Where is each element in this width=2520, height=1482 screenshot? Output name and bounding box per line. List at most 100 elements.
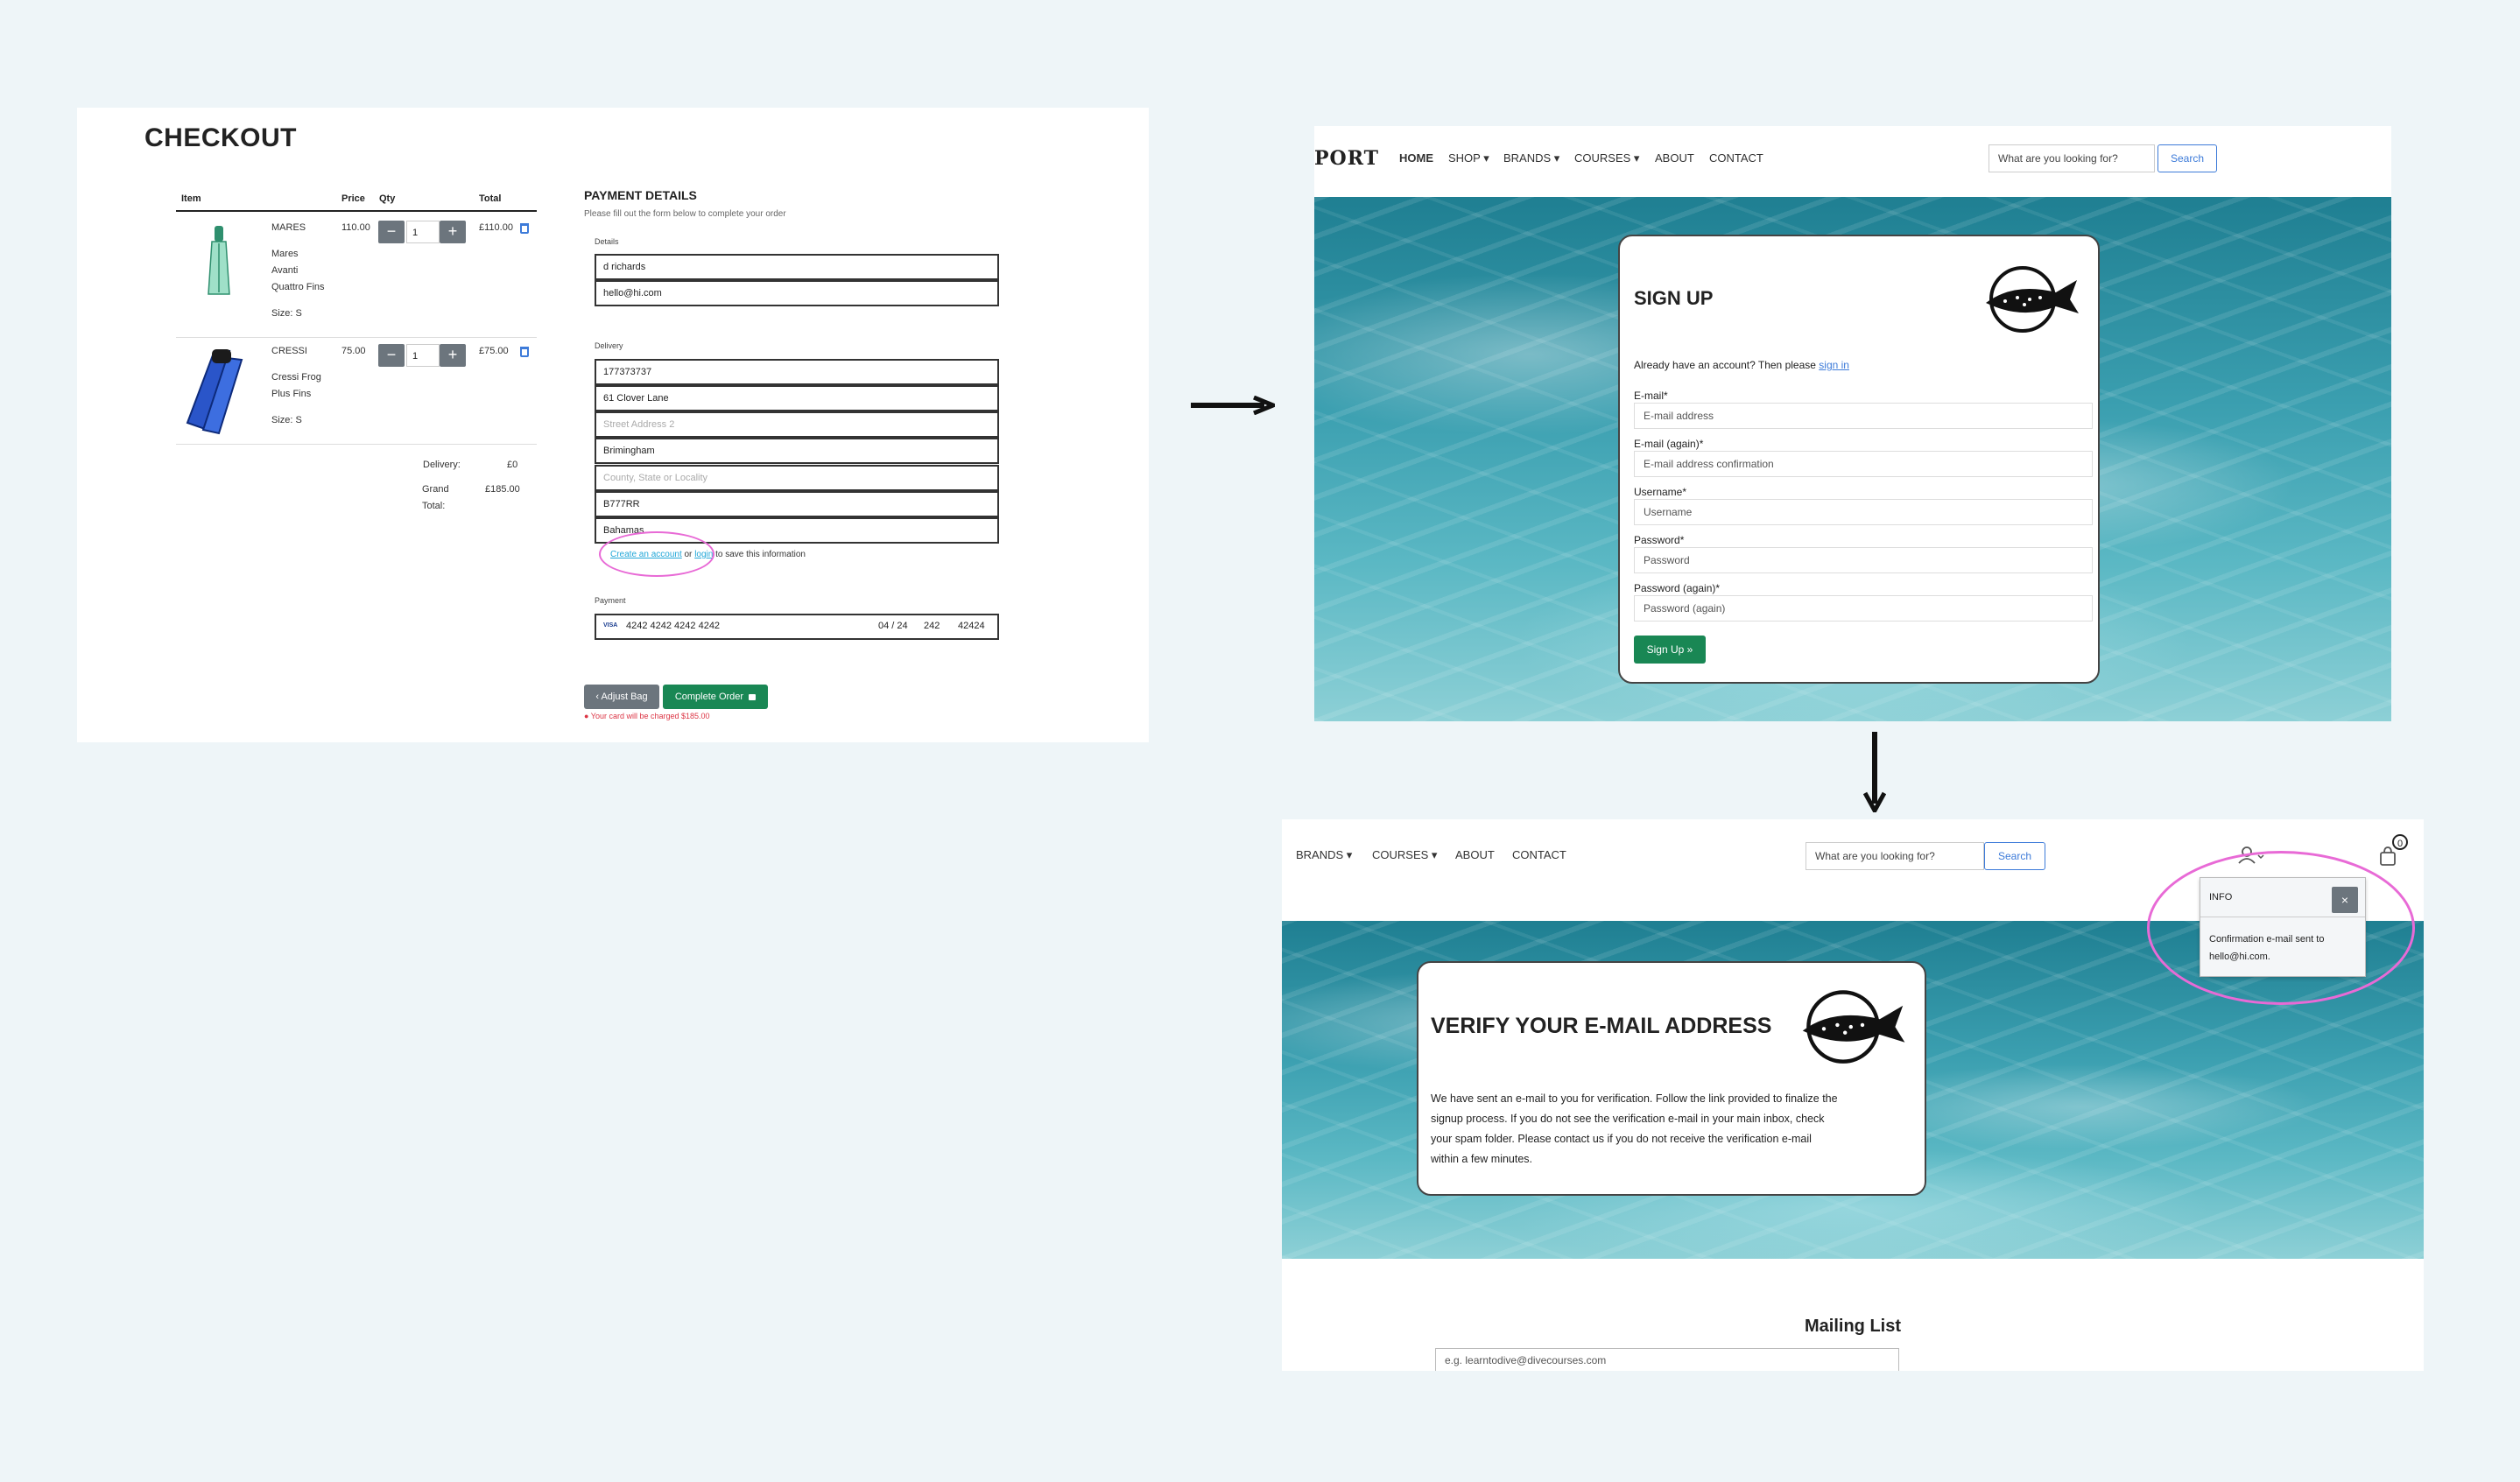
checkout-title: CHECKOUT [144,123,297,152]
signup-title: SIGN UP [1634,287,1714,309]
item-total: £75.00 [479,346,509,356]
lock-icon [749,694,757,700]
password-again-label: Password (again)* [1634,582,1721,594]
search-input[interactable]: What are you looking for? [1989,144,2155,172]
item-price: 110.00 [341,222,370,233]
item-price: 75.00 [341,346,366,356]
verify-body-line: within a few minutes. [1431,1153,1533,1165]
arrow-down-icon [1863,732,1886,812]
delivery-label: Delivery: [423,460,461,470]
search-button[interactable]: Search [1984,842,2045,870]
payment-section-label: Payment [595,596,626,605]
mailing-list-title: Mailing List [1805,1317,1901,1336]
adjust-bag-label: Adjust Bag [601,692,648,702]
nav-about[interactable]: ABOUT [1455,848,1495,861]
nav-courses[interactable]: COURSES ▾ [1574,151,1639,165]
qty-increment-button[interactable]: + [440,221,466,243]
item-name-line: Quattro Fins [271,282,325,292]
email-input[interactable]: E-mail address [1634,403,2093,429]
county-field[interactable]: County, State or Locality [595,465,999,491]
nav-shop[interactable]: SHOP ▾ [1448,151,1489,165]
col-header-item: Item [181,193,201,204]
item-brand: MARES [271,222,306,233]
email-again-input[interactable]: E-mail address confirmation [1634,451,2093,477]
card-zip: 42424 [958,621,985,631]
caret-down-icon: ▾ [1551,151,1560,165]
nav-courses[interactable]: COURSES ▾ [1372,848,1437,862]
password-input[interactable]: Password [1634,547,2093,573]
adjust-bag-button[interactable]: ‹ Adjust Bag [584,685,659,709]
trash-icon[interactable] [520,223,529,234]
verify-body: We have sent an e-mail to you for verifi… [1431,1089,1838,1169]
col-header-qty: Qty [379,193,396,204]
qty-increment-button[interactable]: + [440,344,466,367]
brand-logo[interactable]: PORT [1314,147,1379,170]
street-address-2-field[interactable]: Street Address 2 [595,411,999,438]
verify-panel: BRANDS ▾ COURSES ▾ ABOUT CONTACT What ar… [1282,819,2424,1371]
payment-details-subtitle: Please fill out the form below to comple… [584,209,786,219]
item-total: £110.00 [479,222,513,233]
card-cvc: 242 [924,621,940,631]
item-size: Size: S [271,308,302,319]
qty-decrement-button[interactable]: − [378,221,405,243]
full-name-field[interactable]: d richards [595,254,999,280]
table-header-divider [176,210,537,212]
username-input[interactable]: Username [1634,499,2093,525]
nav-contact[interactable]: CONTACT [1709,151,1763,165]
nav-brands[interactable]: BRANDS ▾ [1296,848,1352,862]
nav-home[interactable]: HOME [1399,151,1433,165]
complete-order-button[interactable]: Complete Order [663,685,768,709]
qty-decrement-button[interactable]: − [378,344,405,367]
nav-contact[interactable]: CONTACT [1512,848,1566,861]
qty-input[interactable]: 1 [406,344,440,367]
email-field[interactable]: hello@hi.com [595,280,999,306]
charge-notice-text: Your card will be charged [590,712,679,720]
delivery-section-label: Delivery [595,341,623,350]
row-divider [176,444,537,445]
card-number: 4242 4242 4242 4242 [626,621,721,631]
postcode-field[interactable]: B777RR [595,491,999,517]
grand-total-label: Grand [422,484,449,495]
col-header-price: Price [341,193,365,204]
col-header-total: Total [479,193,502,204]
grand-total-value: £185.00 [485,484,520,495]
nav-brands-label: BRANDS [1296,848,1344,861]
delivery-value: £0 [507,460,518,470]
search-input[interactable]: What are you looking for? [1806,842,1984,870]
nav-courses-label: COURSES [1372,848,1429,861]
mailing-list-email-input[interactable]: e.g. learntodive@divecourses.com [1435,1348,1899,1371]
highlight-circle [599,531,714,577]
highlight-circle [2147,851,2415,1005]
card-input[interactable]: VISA 4242 4242 4242 4242 04 / 24 242 424… [595,614,999,640]
charge-amount: $185.00 [681,712,710,720]
charge-notice: ● Your card will be charged $185.00 [584,712,710,720]
sign-in-link[interactable]: sign in [1819,359,1849,371]
trash-icon[interactable] [520,347,529,357]
item-name-line: Cressi Frog [271,372,321,383]
sign-up-button[interactable]: Sign Up » [1634,636,1706,664]
caret-down-icon: ▾ [1630,151,1640,165]
details-section-label: Details [595,237,619,246]
search-button[interactable]: Search [2157,144,2217,172]
phone-field[interactable]: 177373737 [595,359,999,385]
alert-icon: ● [584,712,589,720]
whale-shark-logo-icon [1795,986,1911,1066]
arrow-right-icon [1191,396,1275,415]
card-expiry: 04 / 24 [878,621,908,631]
nav-brands[interactable]: BRANDS ▾ [1503,151,1559,165]
qty-input[interactable]: 1 [406,221,440,243]
item-name-line: Mares [271,249,299,259]
nav-about[interactable]: ABOUT [1655,151,1694,165]
item-size: Size: S [271,415,302,425]
item-brand: CRESSI [271,346,307,356]
street-address-1-field[interactable]: 61 Clover Lane [595,385,999,411]
whale-shark-logo-icon [1979,263,2084,334]
town-field[interactable]: Brimingham [595,438,999,464]
product-image-mares-fins [207,226,231,298]
username-label: Username* [1634,486,1687,498]
password-again-input[interactable]: Password (again) [1634,595,2093,622]
verify-body-line: signup process. If you do not see the ve… [1431,1113,1825,1125]
item-name-line: Plus Fins [271,389,312,399]
row-divider [176,337,537,338]
email-label: E-mail* [1634,390,1668,402]
